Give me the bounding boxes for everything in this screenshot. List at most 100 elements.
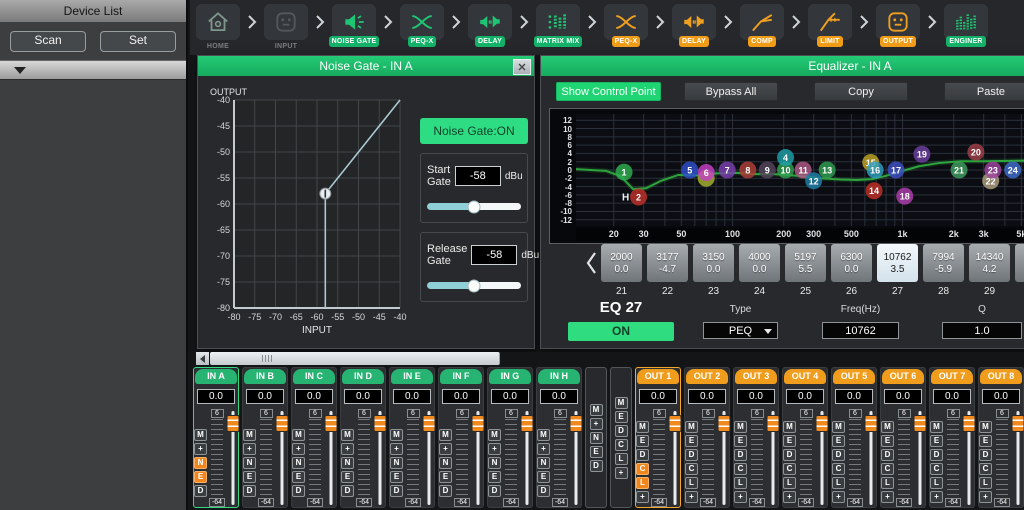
channel-label[interactable]: IN A	[195, 369, 237, 384]
bus-strip[interactable]: MEDCL+	[610, 367, 632, 508]
strip-button-e[interactable]: E	[590, 446, 603, 458]
strip-button-l[interactable]: L	[783, 477, 796, 489]
strip-button-m[interactable]: M	[685, 421, 698, 433]
fader-handle[interactable]	[913, 415, 926, 432]
fader-handle[interactable]	[766, 415, 779, 432]
toolbar-item-output[interactable]: OUTPUT	[874, 4, 922, 47]
freq-field[interactable]: 10762	[822, 322, 899, 339]
release-gate-value[interactable]: -58	[471, 245, 517, 265]
strip-button-n[interactable]: N	[537, 457, 550, 469]
strip-button-d[interactable]: D	[194, 485, 207, 497]
channel-gain-value[interactable]: 0.0	[295, 389, 333, 404]
strip-button-e[interactable]: E	[832, 435, 845, 447]
channel-gain-value[interactable]: 0.0	[540, 389, 578, 404]
strip-button-l[interactable]: L	[979, 477, 992, 489]
channel-label[interactable]: OUT 5	[833, 369, 875, 384]
channel-gain-value[interactable]: 0.0	[442, 389, 480, 404]
strip-button-n[interactable]: N	[439, 457, 452, 469]
strip-button-n[interactable]: N	[390, 457, 403, 469]
strip-button-+[interactable]: +	[832, 491, 845, 503]
fader-handle[interactable]	[226, 415, 239, 432]
eq-band-cell-23[interactable]: 31500.0	[693, 244, 734, 282]
channel-gain-value[interactable]: 0.0	[786, 389, 824, 404]
channel-strip-out-2[interactable]: OUT 20.0MEDCL+6-64	[684, 367, 730, 508]
strip-button-+[interactable]: +	[194, 443, 207, 455]
strip-button-n[interactable]: N	[243, 457, 256, 469]
channel-gain-value[interactable]: 0.0	[393, 389, 431, 404]
show-control-point-button[interactable]: Show Control Point	[556, 82, 661, 101]
strip-button-d[interactable]: D	[341, 485, 354, 497]
channel-strip-in-a[interactable]: IN A0.0M+NED6-64	[193, 367, 239, 508]
toolbar-item-comp[interactable]: COMP	[738, 4, 786, 47]
strip-button-c[interactable]: C	[881, 463, 894, 475]
channel-strip-in-b[interactable]: IN B0.0M+NED6-64	[242, 367, 288, 508]
eq-point-13[interactable]: 13	[819, 162, 836, 179]
strip-button-+[interactable]: +	[979, 491, 992, 503]
strip-button-m[interactable]: M	[243, 429, 256, 441]
strip-button-+[interactable]: +	[439, 443, 452, 455]
strip-button-d[interactable]: D	[292, 485, 305, 497]
channel-strip-in-f[interactable]: IN F0.0M+NED6-64	[438, 367, 484, 508]
strip-button-d[interactable]: D	[615, 425, 628, 437]
strip-button-e[interactable]: E	[390, 471, 403, 483]
channel-gain-value[interactable]: 0.0	[884, 389, 922, 404]
channel-gain-value[interactable]: 0.0	[639, 389, 677, 404]
strip-button-m[interactable]: M	[930, 421, 943, 433]
strip-button-+[interactable]: +	[685, 491, 698, 503]
toolbar-item-delay-input[interactable]: DELAY	[466, 4, 514, 47]
channel-label[interactable]: OUT 3	[735, 369, 777, 384]
strip-button-m[interactable]: M	[734, 421, 747, 433]
strip-button-+[interactable]: +	[488, 443, 501, 455]
channel-gain-value[interactable]: 0.0	[197, 389, 235, 404]
strip-button-l[interactable]: L	[881, 477, 894, 489]
type-dropdown[interactable]: PEQ	[703, 322, 778, 339]
strip-button-d[interactable]: D	[832, 449, 845, 461]
channel-gain-value[interactable]: 0.0	[737, 389, 775, 404]
strip-button-+[interactable]: +	[734, 491, 747, 503]
channel-gain-value[interactable]: 0.0	[688, 389, 726, 404]
channel-strip-out-8[interactable]: OUT 80.0MEDCL+6-64	[978, 367, 1024, 508]
strip-button-+[interactable]: +	[537, 443, 550, 455]
strip-button-m[interactable]: M	[194, 429, 207, 441]
channel-gain-value[interactable]: 0.0	[246, 389, 284, 404]
toolbar-item-noise-gate[interactable]: NOISE GATE	[330, 4, 378, 47]
toolbar-item-matrix-mix[interactable]: MATRIX MIX	[534, 4, 582, 47]
fader-handle[interactable]	[815, 415, 828, 432]
device-list-collapse-bar[interactable]	[0, 60, 186, 80]
channel-strip-out-5[interactable]: OUT 50.0MEDCL+6-64	[831, 367, 877, 508]
strip-button-n[interactable]: N	[341, 457, 354, 469]
release-gate-slider-thumb[interactable]	[468, 279, 481, 292]
strip-button-m[interactable]: M	[488, 429, 501, 441]
start-gate-slider[interactable]	[427, 203, 521, 210]
channel-label[interactable]: IN G	[489, 369, 531, 384]
eq-band-cell-24[interactable]: 40000.0	[739, 244, 780, 282]
copy-button[interactable]: Copy	[814, 82, 908, 101]
eq-point-21[interactable]: 21	[951, 162, 968, 179]
strip-button-d[interactable]: D	[685, 449, 698, 461]
noise-gate-power-button[interactable]: Noise Gate:ON	[420, 118, 528, 144]
strip-button-l[interactable]: L	[685, 477, 698, 489]
channel-label[interactable]: IN E	[391, 369, 433, 384]
strip-button-e[interactable]: E	[734, 435, 747, 447]
strip-button-m[interactable]: M	[783, 421, 796, 433]
channel-label[interactable]: OUT 4	[784, 369, 826, 384]
strip-button-m[interactable]: M	[636, 421, 649, 433]
close-button[interactable]	[513, 59, 531, 75]
strip-button-c[interactable]: C	[979, 463, 992, 475]
strip-button-m[interactable]: M	[341, 429, 354, 441]
strip-button-e[interactable]: E	[194, 471, 207, 483]
channel-strip-in-h[interactable]: IN H0.0M+NED6-64	[536, 367, 582, 508]
strip-button-e[interactable]: E	[930, 435, 943, 447]
strip-button-m[interactable]: M	[979, 421, 992, 433]
strip-button-n[interactable]: N	[292, 457, 305, 469]
strip-button-e[interactable]: E	[292, 471, 305, 483]
channel-label[interactable]: IN C	[293, 369, 335, 384]
strip-button-c[interactable]: C	[615, 439, 628, 451]
fader-handle[interactable]	[864, 415, 877, 432]
strip-button-l[interactable]: L	[832, 477, 845, 489]
strip-button-+[interactable]: +	[341, 443, 354, 455]
strip-button-+[interactable]: +	[783, 491, 796, 503]
eq-band-cell-next[interactable]	[1015, 244, 1024, 282]
channel-strip-out-1[interactable]: OUT 10.0MEDCL+6-64	[635, 367, 681, 508]
eq-point-14[interactable]: 14	[866, 182, 883, 199]
